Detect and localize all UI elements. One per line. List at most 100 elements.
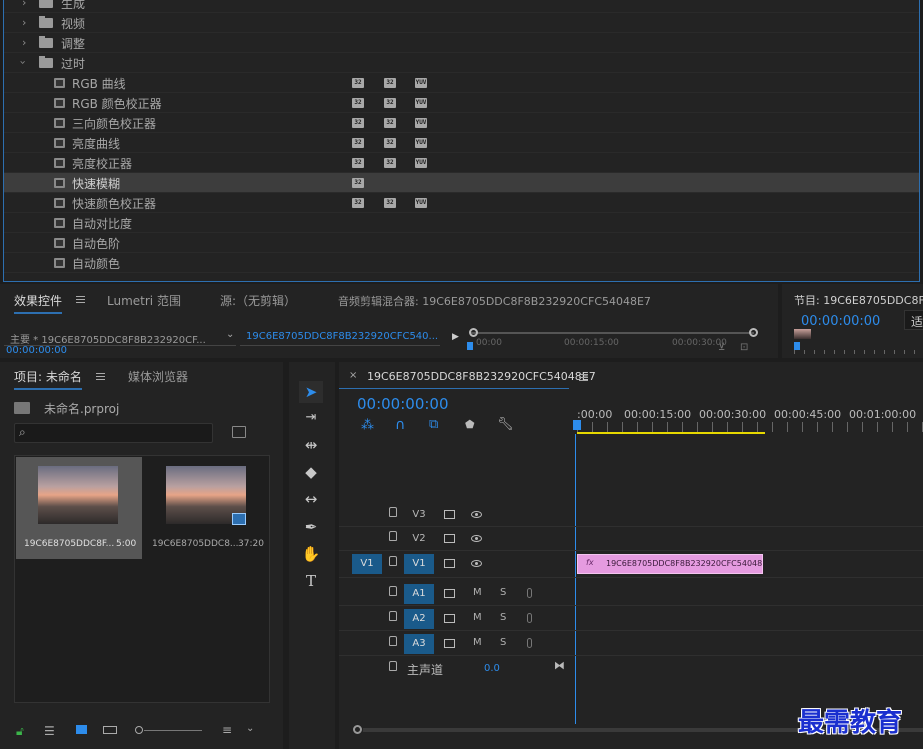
effect-item-auto-contrast[interactable]: 自动对比度 bbox=[4, 213, 919, 233]
playhead-icon[interactable] bbox=[467, 342, 473, 350]
tab-source[interactable]: 源:（无剪辑） bbox=[220, 292, 296, 309]
eye-icon[interactable] bbox=[471, 511, 482, 518]
hand-tool-icon[interactable]: ✋ bbox=[299, 543, 323, 565]
mic-icon[interactable] bbox=[527, 588, 532, 598]
effect-item-three-way-color[interactable]: 三向颜色校正器 32 32 YUV bbox=[4, 113, 919, 133]
ripple-edit-tool-icon[interactable]: ⇹ bbox=[299, 434, 323, 456]
track-label[interactable]: A2 bbox=[404, 609, 434, 629]
track-label[interactable]: V1 bbox=[404, 554, 434, 574]
mic-icon[interactable] bbox=[527, 638, 532, 648]
nest-icon[interactable]: ⁂ bbox=[361, 418, 374, 433]
effect-item-luma-corrector[interactable]: 亮度校正器 32 32 YUV bbox=[4, 153, 919, 173]
lock-icon[interactable] bbox=[389, 636, 397, 646]
track-label[interactable]: A3 bbox=[404, 634, 434, 654]
panel-menu-icon[interactable] bbox=[96, 373, 105, 380]
tab-audio-clip-mixer[interactable]: 音频剪辑混合器: 19C6E8705DDC8F8B232920CFC54048E… bbox=[338, 293, 651, 309]
freeform-view-icon[interactable] bbox=[103, 726, 117, 734]
scroll-handle-left[interactable] bbox=[353, 725, 362, 734]
effect-item-rgb-curves[interactable]: RGB 曲线 32 32 YUV bbox=[4, 73, 919, 93]
list-view-icon[interactable]: ☰ bbox=[44, 724, 55, 738]
master-volume-value[interactable]: 0.0 bbox=[484, 663, 500, 674]
sync-lock-icon[interactable] bbox=[444, 510, 455, 519]
fit-select[interactable]: 适 bbox=[904, 310, 923, 330]
type-tool-icon[interactable]: T bbox=[299, 570, 323, 592]
sync-lock-icon[interactable] bbox=[444, 559, 455, 568]
chevron-right-icon[interactable]: › bbox=[22, 0, 26, 9]
play-arrow-icon[interactable]: ▶ bbox=[452, 332, 459, 342]
zoom-slider-handle[interactable] bbox=[135, 726, 143, 734]
mute-button[interactable]: M bbox=[473, 637, 482, 648]
lock-icon[interactable]: 🔓︎ bbox=[16, 724, 24, 739]
effect-item-auto-color[interactable]: 自动颜色 bbox=[4, 253, 919, 273]
lock-icon[interactable] bbox=[389, 611, 397, 621]
chevron-down-icon[interactable]: ⌄ bbox=[226, 329, 234, 340]
slip-tool-icon[interactable]: ↔ bbox=[299, 488, 323, 510]
panel-menu-icon[interactable] bbox=[76, 296, 85, 303]
tree-folder-adjust[interactable]: › 调整 bbox=[4, 33, 919, 53]
eye-icon[interactable] bbox=[471, 535, 482, 542]
lock-icon[interactable] bbox=[389, 556, 397, 566]
effect-item-fast-color-corrector[interactable]: 快速颜色校正器 32 32 YUV bbox=[4, 193, 919, 213]
video-clip[interactable]: fx 19C6E8705DDC8F8B232920CFC54048 bbox=[577, 554, 763, 574]
zoom-scrollbar[interactable] bbox=[470, 332, 754, 334]
chevron-right-icon[interactable]: › bbox=[22, 16, 26, 29]
zoom-slider[interactable] bbox=[144, 730, 202, 731]
tab-project[interactable]: 项目: 未命名 bbox=[14, 368, 82, 390]
solo-button[interactable]: S bbox=[500, 587, 506, 598]
filter-icon[interactable]: ⊻ bbox=[718, 342, 725, 353]
panel-menu-icon[interactable] bbox=[579, 374, 588, 381]
bowtie-icon[interactable]: ⧓ bbox=[554, 659, 565, 672]
wrench-icon[interactable]: 🔧︎ bbox=[497, 417, 514, 432]
program-title[interactable]: 节目: 19C6E8705DDC8F8 bbox=[794, 292, 923, 308]
effect-item-auto-levels[interactable]: 自动色阶 bbox=[4, 233, 919, 253]
program-ruler[interactable] bbox=[794, 350, 923, 354]
tree-folder-video[interactable]: › 视频 bbox=[4, 13, 919, 33]
source-patch-v1[interactable]: V1 bbox=[352, 554, 382, 574]
playhead-icon[interactable] bbox=[794, 342, 800, 350]
export-icon[interactable]: ⊡ bbox=[740, 342, 748, 353]
chevron-right-icon[interactable]: › bbox=[22, 36, 26, 49]
mute-button[interactable]: M bbox=[473, 612, 482, 623]
time-ruler[interactable] bbox=[577, 422, 923, 432]
eye-icon[interactable] bbox=[471, 560, 482, 567]
lock-icon[interactable] bbox=[389, 507, 397, 517]
sync-lock-icon[interactable] bbox=[444, 534, 455, 543]
mic-icon[interactable] bbox=[527, 613, 532, 623]
track-label[interactable]: V3 bbox=[404, 505, 434, 525]
scroll-handle-right[interactable] bbox=[749, 328, 758, 337]
playhead-icon[interactable] bbox=[573, 420, 581, 430]
track-label[interactable]: V2 bbox=[404, 529, 434, 549]
tab-effect-controls[interactable]: 效果控件 bbox=[14, 292, 63, 314]
work-area-bar[interactable] bbox=[577, 432, 765, 434]
add-marker-icon[interactable]: ⬟ bbox=[465, 418, 475, 431]
clip-item[interactable]: 19C6E8705DDC8... 37:20 bbox=[144, 457, 269, 559]
effect-controls-timecode[interactable]: 00:00:00:00 bbox=[6, 345, 67, 356]
tree-folder-obsolete[interactable]: › 过时 bbox=[4, 53, 919, 73]
selection-tool-icon[interactable]: ➤ bbox=[299, 381, 323, 403]
pen-tool-icon[interactable]: ✒ bbox=[299, 516, 323, 538]
chevron-down-icon[interactable]: ⌄ bbox=[246, 723, 254, 734]
close-icon[interactable]: × bbox=[349, 370, 357, 381]
sync-lock-icon[interactable] bbox=[444, 639, 455, 648]
sync-lock-icon[interactable] bbox=[444, 614, 455, 623]
solo-button[interactable]: S bbox=[500, 612, 506, 623]
search-input[interactable]: ⌕ bbox=[14, 423, 213, 443]
clip-item[interactable]: 19C6E8705DDC8F... 5:00 bbox=[16, 457, 142, 559]
linked-selection-icon[interactable]: ⧉ bbox=[429, 417, 438, 432]
lock-icon[interactable] bbox=[389, 586, 397, 596]
new-bin-icon[interactable] bbox=[232, 426, 246, 438]
timeline-timecode[interactable]: 00:00:00:00 bbox=[357, 395, 449, 413]
snap-icon[interactable]: ∩ bbox=[395, 417, 405, 433]
lock-icon[interactable] bbox=[389, 661, 397, 671]
tab-media-browser[interactable]: 媒体浏览器 bbox=[128, 368, 188, 385]
sync-lock-icon[interactable] bbox=[444, 589, 455, 598]
program-timecode[interactable]: 00:00:00:00 bbox=[801, 314, 880, 329]
effect-item-rgb-color-corrector[interactable]: RGB 颜色校正器 32 32 YUV bbox=[4, 93, 919, 113]
track-select-tool-icon[interactable]: ⇥ bbox=[299, 407, 323, 429]
chevron-down-icon[interactable]: › bbox=[17, 60, 30, 64]
sequence-tab[interactable]: 19C6E8705DDC8F8B232920CFC54048E7 bbox=[367, 370, 596, 383]
tree-folder-generate[interactable]: › 生成 bbox=[4, 0, 919, 13]
effect-item-fast-blur[interactable]: 快速模糊 32 bbox=[4, 173, 919, 193]
razor-tool-icon[interactable]: ◆ bbox=[299, 461, 323, 483]
solo-button[interactable]: S bbox=[500, 637, 506, 648]
